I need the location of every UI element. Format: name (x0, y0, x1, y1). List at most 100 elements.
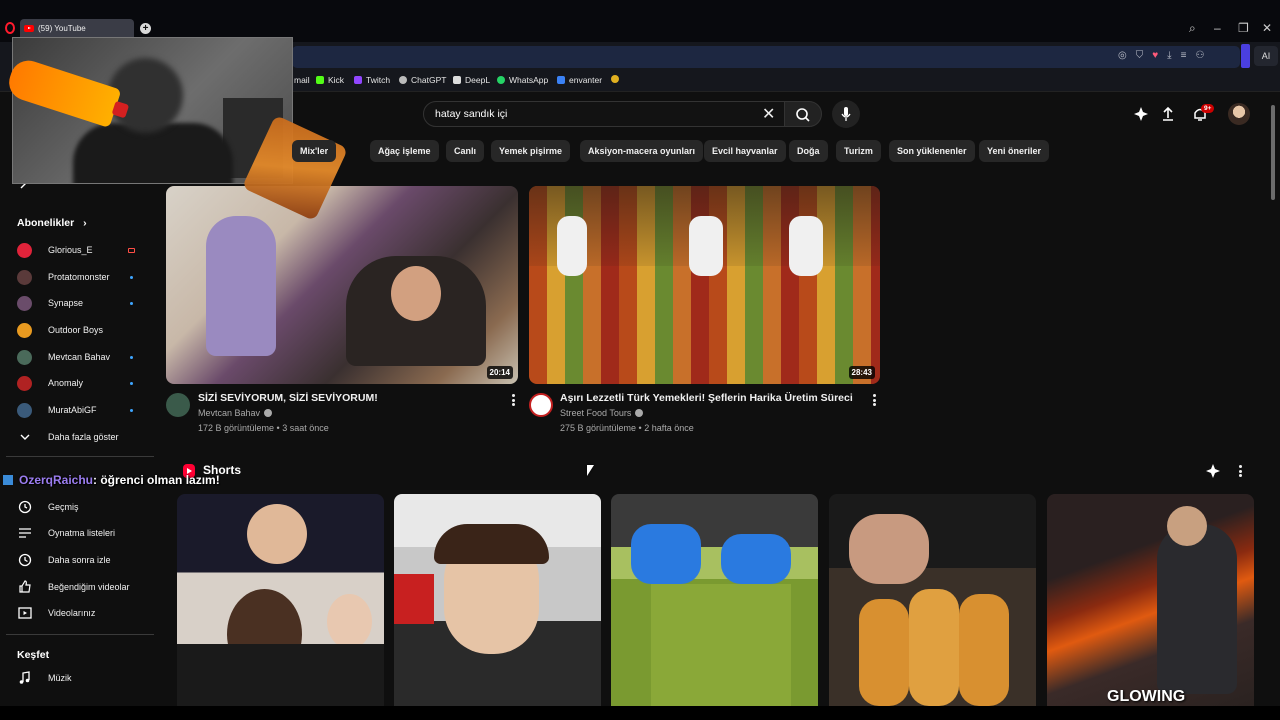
video-title[interactable]: Aşırı Lezzetli Türk Yemekleri! Şeflerin … (560, 392, 853, 404)
upload-icon[interactable] (1159, 105, 1177, 123)
sidebar-item-mevtcan-bahav[interactable]: Mevtcan Bahav (17, 347, 137, 367)
subscriptions-heading[interactable]: Abonelikler › (17, 217, 87, 229)
bookmark-twitch[interactable]: Twitch (354, 75, 390, 85)
account-avatar[interactable] (1228, 103, 1250, 125)
filter-chip[interactable]: Canlı (446, 140, 485, 162)
sidebar-item-label: Daha sonra izle (48, 555, 111, 565)
bookmark-envanter[interactable]: envanter (557, 75, 602, 85)
video-thumbnail[interactable]: 20:14 (166, 186, 518, 384)
short-thumbnail[interactable] (611, 494, 818, 706)
ai-button[interactable]: AI (1254, 46, 1278, 66)
filter-chip[interactable]: Ağaç işleme (370, 140, 439, 162)
channel-label: Outdoor Boys (48, 325, 104, 335)
channel-avatar[interactable] (529, 393, 553, 417)
close-window-button[interactable]: ✕ (1262, 21, 1272, 35)
bookmark-chatgpt[interactable]: ChatGPT (399, 75, 446, 85)
bookmark-label: Twitch (366, 75, 391, 85)
bookmark-label: ChatGPT (411, 75, 447, 85)
filter-chip[interactable]: Yemek pişirme (491, 140, 571, 162)
bookmark-deepl[interactable]: DeepL (453, 75, 490, 85)
shield-icon[interactable]: ⛉ (1136, 50, 1144, 64)
filter-chip[interactable]: Turizm (836, 140, 881, 162)
bookmark-whatsapp[interactable]: WhatsApp (497, 75, 548, 85)
verified-check-icon (264, 409, 273, 417)
sidebar-item-playlists[interactable]: Oynatma listeleri (17, 523, 137, 543)
thumbnail-figure (206, 216, 276, 356)
thumbnail-glove (721, 534, 791, 584)
sidebar-item-history[interactable]: Geçmiş (17, 497, 137, 517)
channel-label: Glorious_E (48, 245, 93, 255)
sidebar-item-anomaly[interactable]: Anomaly (17, 373, 137, 393)
browser-tab-bar (0, 0, 1280, 42)
sidebar-item-liked-videos[interactable]: Beğendiğim videolar (17, 577, 137, 597)
short-thumbnail[interactable] (394, 494, 601, 706)
sidebar-item-watch-later[interactable]: Daha sonra izle (17, 550, 137, 570)
chat-overlay: OzerqRaichu: öğrenci olman lazım! (3, 473, 220, 487)
short-thumbnail[interactable] (829, 494, 1036, 706)
tab-title: (59) YouTube (38, 23, 86, 33)
shorts-create-icon[interactable] (1205, 463, 1221, 479)
sidebar-item-protatomonster[interactable]: Protatomonster (17, 267, 137, 287)
bookmark-mail[interactable]: mail (294, 75, 310, 85)
short-thumbnail[interactable]: GLOWING (1047, 494, 1254, 706)
shorts-menu-icon[interactable] (1235, 464, 1245, 478)
tab-search-icon[interactable]: ⌕ (1189, 21, 1196, 36)
sidebar-item-your-videos[interactable]: Videolarınız (17, 603, 137, 623)
search-input[interactable]: hatay sandık içi (423, 101, 785, 127)
screen: (59) YouTube + ⌕ – ❐ ✕ ◎ ⛉ ♥ ⤓ ≡ ⚇ AI ma… (0, 0, 1280, 720)
video-channel[interactable]: Street Food Tours (560, 408, 644, 418)
search-button[interactable] (784, 101, 822, 127)
sidebar-item-outdoor-boys[interactable]: Outdoor Boys (17, 320, 137, 340)
voice-search-button[interactable] (832, 100, 860, 128)
clear-search-icon[interactable]: ✕ (762, 104, 775, 124)
minimize-button[interactable]: – (1214, 21, 1221, 35)
show-more-button[interactable]: Daha fazla göster (17, 427, 137, 447)
video-menu-icon[interactable] (508, 393, 518, 407)
browser-tab-youtube[interactable]: (59) YouTube (20, 19, 134, 37)
sidebar-item-muratabigf[interactable]: MuratAbiGF (17, 400, 137, 420)
new-content-dot (130, 275, 133, 279)
video-title[interactable]: SİZİ SEVİYORUM, SİZİ SEVİYORUM! (198, 392, 378, 404)
video-channel[interactable]: Mevtcan Bahav (198, 408, 273, 418)
heart-icon[interactable]: ♥ (1152, 50, 1158, 64)
channel-avatar (17, 295, 32, 311)
thumbnail-hand (849, 514, 929, 584)
download-icon[interactable]: ⤓ (1167, 50, 1171, 64)
sidebar-item-label: Beğendiğim videolar (48, 582, 130, 592)
new-content-dot (130, 381, 133, 385)
filter-chip[interactable]: Yeni öneriler (979, 140, 1050, 162)
maximize-button[interactable]: ❐ (1238, 21, 1249, 35)
thumbnail-flag (394, 574, 434, 624)
video-thumbnail[interactable]: 28:43 (529, 186, 880, 384)
channel-avatar[interactable] (166, 393, 190, 417)
sidebar-item-synapse[interactable]: Synapse (17, 293, 137, 313)
video-icon (17, 606, 32, 621)
filter-chip[interactable]: Mix'ler (292, 140, 337, 162)
scrollbar-thumb[interactable] (1271, 105, 1275, 200)
sidebar-item-label: Oynatma listeleri (48, 528, 116, 538)
camera-icon[interactable]: ◎ (1118, 50, 1127, 64)
sidebar-item-music[interactable]: Müzik (17, 668, 137, 688)
bookmark-emoji[interactable] (611, 75, 619, 83)
new-tab-button[interactable]: + (140, 23, 151, 34)
clock-icon (17, 553, 32, 568)
address-field[interactable] (292, 46, 1240, 68)
video-menu-icon[interactable] (869, 393, 879, 407)
short-thumbnail[interactable] (177, 494, 384, 706)
channel-avatar (17, 375, 32, 391)
live-icon (128, 247, 135, 253)
filter-chip[interactable]: Doğa (789, 140, 828, 162)
filter-chip[interactable]: Aksiyon-macera oyunları (580, 140, 704, 162)
opera-logo-icon[interactable] (5, 22, 15, 34)
profile-icon[interactable]: ⚇ (1195, 50, 1204, 64)
bookmark-kick[interactable]: Kick (316, 75, 344, 85)
menu-icon[interactable]: ≡ (1181, 50, 1187, 64)
filter-chip[interactable]: Son yüklenenler (889, 140, 975, 162)
thumbs-up-icon (17, 580, 32, 595)
sidebar-item-glorious-e[interactable]: Glorious_E (17, 240, 137, 260)
sidebar-accent (1241, 44, 1250, 68)
filter-chip[interactable]: Evcil hayvanlar (704, 140, 786, 162)
deepl-icon (453, 76, 461, 84)
bookmark-label: WhatsApp (509, 75, 549, 85)
create-icon[interactable] (1132, 105, 1150, 123)
